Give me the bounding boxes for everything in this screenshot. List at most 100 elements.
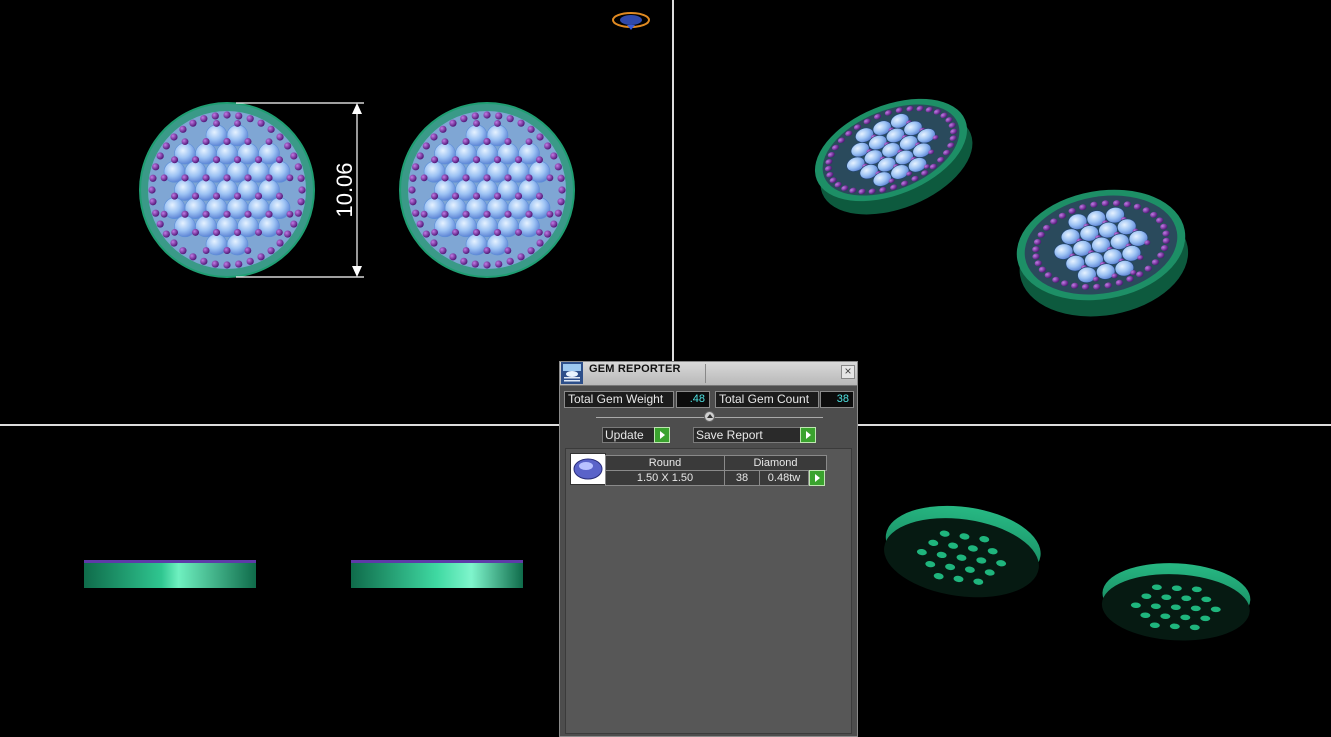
prong	[171, 156, 178, 164]
prong	[462, 210, 470, 218]
prong	[439, 247, 447, 255]
prong	[416, 152, 424, 160]
prong	[170, 133, 178, 141]
prong	[200, 257, 208, 265]
gem-size: 1.50 X 1.50	[605, 470, 725, 486]
prong	[546, 174, 554, 182]
prong	[244, 247, 252, 254]
prong	[483, 261, 491, 269]
prong	[525, 138, 533, 146]
prong	[223, 111, 231, 119]
back-view-piece-2	[1101, 563, 1251, 641]
prong	[483, 138, 491, 146]
prong	[449, 253, 457, 261]
prong	[557, 174, 565, 182]
close-icon[interactable]: ×	[841, 365, 855, 379]
gem-reporter-titlebar[interactable]: GEM REPORTER ×	[560, 362, 857, 386]
back-view-piece-1	[884, 505, 1041, 598]
prong	[550, 152, 558, 160]
prong	[504, 210, 512, 218]
prong	[515, 228, 523, 236]
prong	[200, 115, 208, 123]
prong	[527, 125, 535, 133]
prong	[267, 247, 275, 255]
slider-knob-icon[interactable]	[704, 411, 715, 422]
prong	[294, 209, 302, 217]
prong	[265, 138, 273, 146]
prong	[223, 247, 231, 254]
prong	[506, 115, 514, 123]
prong	[494, 192, 501, 200]
prong	[255, 156, 262, 164]
prong	[223, 261, 231, 269]
view-cube-icon[interactable]	[612, 12, 650, 30]
prong	[234, 120, 241, 127]
prong	[181, 210, 189, 218]
prong	[536, 192, 543, 200]
update-go-icon[interactable]	[654, 427, 670, 443]
gem-list[interactable]: Round Diamond 1.50 X 1.50 38 0.48tw	[565, 448, 852, 734]
prong	[160, 210, 168, 218]
prong	[430, 239, 438, 247]
save-report-go-icon[interactable]	[800, 427, 816, 443]
prong	[431, 156, 438, 164]
prong	[189, 253, 197, 261]
prong	[536, 133, 544, 141]
prong	[213, 156, 220, 164]
prong	[192, 156, 199, 164]
prong	[422, 230, 430, 238]
prong	[544, 230, 552, 238]
prong	[462, 138, 470, 146]
prong	[462, 174, 470, 182]
prong	[192, 228, 200, 236]
prong	[422, 142, 430, 150]
total-gem-count-value: 38	[820, 391, 854, 408]
prong	[276, 192, 283, 200]
prong	[420, 174, 428, 182]
prong	[213, 120, 220, 127]
prong	[473, 229, 480, 236]
prong	[483, 174, 491, 182]
prong	[235, 112, 243, 120]
prong	[234, 229, 241, 236]
gem-shape: Round	[605, 455, 725, 471]
prong	[179, 247, 187, 255]
prong	[246, 257, 254, 265]
top-view-piece-left	[139, 102, 315, 278]
prong	[171, 192, 178, 200]
prong	[223, 210, 231, 218]
prong	[483, 210, 491, 218]
save-report-button[interactable]: Save Report	[693, 427, 801, 443]
prong	[211, 260, 219, 268]
prong	[156, 220, 164, 228]
prong	[160, 174, 168, 182]
prong	[267, 125, 275, 133]
prong	[171, 228, 179, 236]
prong	[213, 192, 220, 200]
prong	[213, 229, 220, 236]
prong	[294, 163, 302, 171]
prong	[234, 192, 241, 200]
prong	[284, 230, 292, 238]
prong	[276, 239, 284, 247]
total-gem-count-label: Total Gem Count	[715, 391, 819, 408]
prong	[550, 220, 558, 228]
prong	[416, 220, 424, 228]
prong	[275, 228, 283, 236]
prong	[506, 257, 514, 265]
gem-row-go-icon[interactable]	[809, 470, 825, 486]
prong	[536, 239, 544, 247]
gem-reporter-title: GEM REPORTER	[589, 363, 681, 375]
dimension-text: 10.06	[332, 162, 357, 217]
gem-reporter-panel[interactable]: GEM REPORTER × Total Gem Weight .48 Tota…	[559, 361, 858, 737]
prong	[449, 119, 457, 127]
update-button[interactable]: Update	[602, 427, 656, 443]
prong	[286, 174, 294, 182]
prong	[515, 192, 522, 200]
prong	[234, 156, 241, 164]
gem-weight: 0.48tw	[759, 470, 809, 486]
gem-count: 38	[724, 470, 760, 486]
prong	[544, 142, 552, 150]
prong	[554, 163, 562, 171]
prong	[244, 174, 252, 182]
